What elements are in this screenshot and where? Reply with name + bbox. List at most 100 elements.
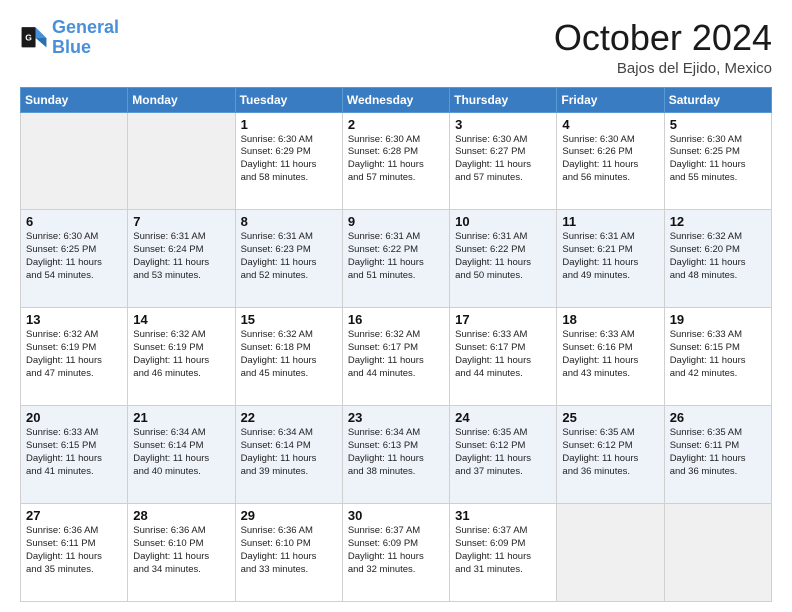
day-cell-1: 1 Sunrise: 6:30 AM Sunset: 6:29 PM Daylig… — [235, 112, 342, 210]
day-info: Sunrise: 6:32 AM Sunset: 6:18 PM Dayligh… — [241, 329, 337, 380]
day-info: Sunrise: 6:31 AM Sunset: 6:21 PM Dayligh… — [562, 231, 658, 282]
day-info: Sunrise: 6:36 AM Sunset: 6:10 PM Dayligh… — [241, 525, 337, 576]
day-cell-25: 25Sunrise: 6:35 AM Sunset: 6:12 PM Dayli… — [557, 406, 664, 504]
day-number: 12 — [670, 214, 766, 229]
day-number: 22 — [241, 410, 337, 425]
day-info: Sunrise: 6:31 AM Sunset: 6:23 PM Dayligh… — [241, 231, 337, 282]
col-header-sunday: Sunday — [21, 87, 128, 112]
day-info: Sunrise: 6:30 AM Sunset: 6:29 PM Dayligh… — [241, 134, 337, 185]
calendar-week-2: 6 Sunrise: 6:30 AM Sunset: 6:25 PM Daylig… — [21, 210, 772, 308]
logo: G General Blue — [20, 18, 119, 58]
day-number: 14 — [133, 312, 229, 327]
empty-cell — [21, 112, 128, 210]
day-cell-31: 31 Sunrise: 6:37 AM Sunset: 6:09 PM Dayli… — [450, 504, 557, 602]
day-cell-29: 29 Sunrise: 6:36 AM Sunset: 6:10 PM Dayli… — [235, 504, 342, 602]
day-number: 27 — [26, 508, 122, 523]
day-number: 6 — [26, 214, 122, 229]
day-cell-18: 18 Sunrise: 6:33 AM Sunset: 6:16 PM Dayli… — [557, 308, 664, 406]
day-cell-14: 14 Sunrise: 6:32 AM Sunset: 6:19 PM Dayli… — [128, 308, 235, 406]
day-number: 21 — [133, 410, 229, 425]
empty-cell — [664, 504, 771, 602]
day-cell-9: 9 Sunrise: 6:31 AM Sunset: 6:22 PM Daylig… — [342, 210, 449, 308]
day-number: 20 — [26, 410, 122, 425]
logo-line1: General — [52, 17, 119, 37]
logo-line2: Blue — [52, 37, 91, 57]
day-cell-17: 17 Sunrise: 6:33 AM Sunset: 6:17 PM Dayli… — [450, 308, 557, 406]
day-info: Sunrise: 6:32 AM Sunset: 6:20 PM Dayligh… — [670, 231, 766, 282]
day-cell-27: 27Sunrise: 6:36 AM Sunset: 6:11 PM Dayli… — [21, 504, 128, 602]
day-cell-6: 6 Sunrise: 6:30 AM Sunset: 6:25 PM Daylig… — [21, 210, 128, 308]
day-info: Sunrise: 6:32 AM Sunset: 6:17 PM Dayligh… — [348, 329, 444, 380]
day-cell-3: 3Sunrise: 6:30 AM Sunset: 6:27 PM Daylig… — [450, 112, 557, 210]
col-header-tuesday: Tuesday — [235, 87, 342, 112]
day-number: 8 — [241, 214, 337, 229]
day-info: Sunrise: 6:35 AM Sunset: 6:12 PM Dayligh… — [455, 427, 551, 478]
page: G General Blue October 2024 Bajos del Ej… — [0, 0, 792, 612]
day-info: Sunrise: 6:30 AM Sunset: 6:25 PM Dayligh… — [670, 134, 766, 185]
svg-text:G: G — [25, 32, 32, 42]
day-number: 29 — [241, 508, 337, 523]
day-number: 31 — [455, 508, 551, 523]
calendar-week-3: 13 Sunrise: 6:32 AM Sunset: 6:19 PM Dayli… — [21, 308, 772, 406]
day-info: Sunrise: 6:34 AM Sunset: 6:14 PM Dayligh… — [241, 427, 337, 478]
day-cell-2: 2Sunrise: 6:30 AM Sunset: 6:28 PM Daylig… — [342, 112, 449, 210]
day-number: 19 — [670, 312, 766, 327]
day-cell-26: 26 Sunrise: 6:35 AM Sunset: 6:11 PM Dayli… — [664, 406, 771, 504]
day-cell-22: 22 Sunrise: 6:34 AM Sunset: 6:14 PM Dayli… — [235, 406, 342, 504]
day-number: 18 — [562, 312, 658, 327]
day-cell-11: 11Sunrise: 6:31 AM Sunset: 6:21 PM Dayli… — [557, 210, 664, 308]
empty-cell — [128, 112, 235, 210]
day-number: 15 — [241, 312, 337, 327]
day-number: 1 — [241, 117, 337, 132]
day-cell-21: 21 Sunrise: 6:34 AM Sunset: 6:14 PM Dayli… — [128, 406, 235, 504]
day-cell-20: 20 Sunrise: 6:33 AM Sunset: 6:15 PM Dayli… — [21, 406, 128, 504]
col-header-friday: Friday — [557, 87, 664, 112]
month-title: October 2024 — [554, 18, 772, 58]
day-number: 2 — [348, 117, 444, 132]
day-info: Sunrise: 6:34 AM Sunset: 6:13 PM Dayligh… — [348, 427, 444, 478]
day-number: 9 — [348, 214, 444, 229]
day-info: Sunrise: 6:37 AM Sunset: 6:09 PM Dayligh… — [455, 525, 551, 576]
day-number: 17 — [455, 312, 551, 327]
day-number: 26 — [670, 410, 766, 425]
day-info: Sunrise: 6:33 AM Sunset: 6:16 PM Dayligh… — [562, 329, 658, 380]
header: G General Blue October 2024 Bajos del Ej… — [20, 18, 772, 77]
day-info: Sunrise: 6:37 AM Sunset: 6:09 PM Dayligh… — [348, 525, 444, 576]
day-info: Sunrise: 6:32 AM Sunset: 6:19 PM Dayligh… — [26, 329, 122, 380]
day-info: Sunrise: 6:31 AM Sunset: 6:22 PM Dayligh… — [455, 231, 551, 282]
day-info: Sunrise: 6:30 AM Sunset: 6:27 PM Dayligh… — [455, 134, 551, 185]
day-number: 23 — [348, 410, 444, 425]
day-info: Sunrise: 6:33 AM Sunset: 6:15 PM Dayligh… — [670, 329, 766, 380]
day-cell-19: 19 Sunrise: 6:33 AM Sunset: 6:15 PM Dayli… — [664, 308, 771, 406]
day-number: 28 — [133, 508, 229, 523]
day-cell-23: 23 Sunrise: 6:34 AM Sunset: 6:13 PM Dayli… — [342, 406, 449, 504]
day-cell-30: 30Sunrise: 6:37 AM Sunset: 6:09 PM Dayli… — [342, 504, 449, 602]
day-number: 10 — [455, 214, 551, 229]
day-info: Sunrise: 6:32 AM Sunset: 6:19 PM Dayligh… — [133, 329, 229, 380]
day-info: Sunrise: 6:33 AM Sunset: 6:17 PM Dayligh… — [455, 329, 551, 380]
col-header-saturday: Saturday — [664, 87, 771, 112]
logo-text: General Blue — [52, 18, 119, 58]
day-info: Sunrise: 6:31 AM Sunset: 6:24 PM Dayligh… — [133, 231, 229, 282]
title-block: October 2024 Bajos del Ejido, Mexico — [554, 18, 772, 77]
day-info: Sunrise: 6:33 AM Sunset: 6:15 PM Dayligh… — [26, 427, 122, 478]
day-info: Sunrise: 6:34 AM Sunset: 6:14 PM Dayligh… — [133, 427, 229, 478]
day-cell-15: 15 Sunrise: 6:32 AM Sunset: 6:18 PM Dayli… — [235, 308, 342, 406]
calendar-header-row: SundayMondayTuesdayWednesdayThursdayFrid… — [21, 87, 772, 112]
col-header-wednesday: Wednesday — [342, 87, 449, 112]
day-cell-7: 7 Sunrise: 6:31 AM Sunset: 6:24 PM Daylig… — [128, 210, 235, 308]
day-info: Sunrise: 6:31 AM Sunset: 6:22 PM Dayligh… — [348, 231, 444, 282]
day-info: Sunrise: 6:30 AM Sunset: 6:26 PM Dayligh… — [562, 134, 658, 185]
day-info: Sunrise: 6:35 AM Sunset: 6:11 PM Dayligh… — [670, 427, 766, 478]
calendar-table: SundayMondayTuesdayWednesdayThursdayFrid… — [20, 87, 772, 602]
day-cell-8: 8 Sunrise: 6:31 AM Sunset: 6:23 PM Daylig… — [235, 210, 342, 308]
day-number: 13 — [26, 312, 122, 327]
calendar-week-4: 20 Sunrise: 6:33 AM Sunset: 6:15 PM Dayli… — [21, 406, 772, 504]
day-number: 5 — [670, 117, 766, 132]
day-cell-10: 10 Sunrise: 6:31 AM Sunset: 6:22 PM Dayli… — [450, 210, 557, 308]
day-number: 7 — [133, 214, 229, 229]
day-info: Sunrise: 6:30 AM Sunset: 6:25 PM Dayligh… — [26, 231, 122, 282]
col-header-monday: Monday — [128, 87, 235, 112]
day-cell-28: 28Sunrise: 6:36 AM Sunset: 6:10 PM Dayli… — [128, 504, 235, 602]
calendar-week-5: 27Sunrise: 6:36 AM Sunset: 6:11 PM Dayli… — [21, 504, 772, 602]
